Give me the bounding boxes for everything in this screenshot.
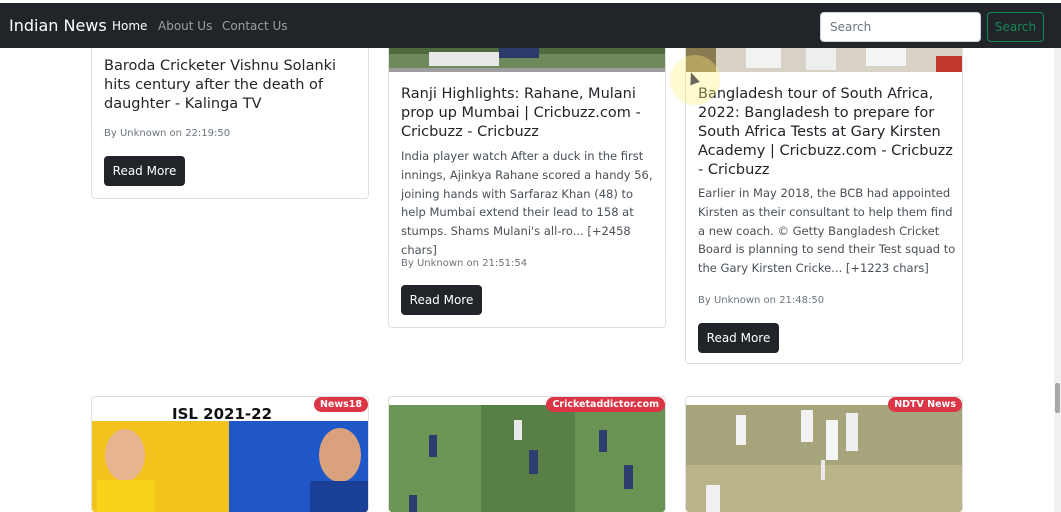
navbar-brand[interactable]: Indian News xyxy=(9,16,107,35)
news-card: Cricketaddictor.com xyxy=(388,396,666,512)
scrollbar-thumb[interactable] xyxy=(1055,383,1060,413)
nav-link-about[interactable]: About Us xyxy=(158,19,212,33)
nav-link-contact[interactable]: Contact Us xyxy=(222,19,288,33)
card-meta: By Unknown on 22:19:50 xyxy=(104,128,231,139)
nav-link-home[interactable]: Home xyxy=(112,19,147,33)
news-card: NDTV News xyxy=(685,396,963,512)
card-image[interactable] xyxy=(389,405,666,512)
card-image[interactable] xyxy=(686,48,962,72)
card-meta: By Unknown on 21:48:50 xyxy=(698,295,825,306)
source-badge: NDTV News xyxy=(888,397,962,412)
card-title[interactable]: Baroda Cricketer Vishnu Solanki hits cen… xyxy=(104,57,354,114)
news-card: Baroda Cricketer Vishnu Solanki hits cen… xyxy=(91,48,369,199)
card-image[interactable]: ISL 2021-22 xyxy=(92,405,369,512)
navbar: Indian News Home About Us Contact Us Sea… xyxy=(0,3,1061,48)
source-badge: News18 xyxy=(313,397,368,412)
card-description: Earlier in May 2018, the BCB had appoint… xyxy=(698,186,956,276)
news-card: Ranji Highlights: Rahane, Mulani prop up… xyxy=(388,48,666,328)
card-meta: By Unknown on 21:51:54 xyxy=(401,258,528,269)
card-title[interactable]: Bangladesh tour of South Africa, 2022: B… xyxy=(698,85,956,180)
source-badge: Cricketaddictor.com xyxy=(546,397,665,412)
news-card: Bangladesh tour of South Africa, 2022: B… xyxy=(685,48,963,364)
card-image[interactable] xyxy=(389,48,665,72)
search-input[interactable] xyxy=(820,12,981,42)
read-more-button[interactable]: Read More xyxy=(698,323,779,353)
card-description: India player watch After a duck in the f… xyxy=(401,149,653,257)
search-button[interactable]: Search xyxy=(987,12,1044,42)
page-scrollbar[interactable] xyxy=(1054,48,1061,512)
news-card: ISL 2021-22 News18 xyxy=(91,396,369,512)
card-image[interactable] xyxy=(686,405,963,512)
image-caption: ISL 2021-22 xyxy=(172,405,272,423)
card-title[interactable]: Ranji Highlights: Rahane, Mulani prop up… xyxy=(401,85,651,142)
read-more-button[interactable]: Read More xyxy=(401,285,482,315)
read-more-button[interactable]: Read More xyxy=(104,156,185,186)
